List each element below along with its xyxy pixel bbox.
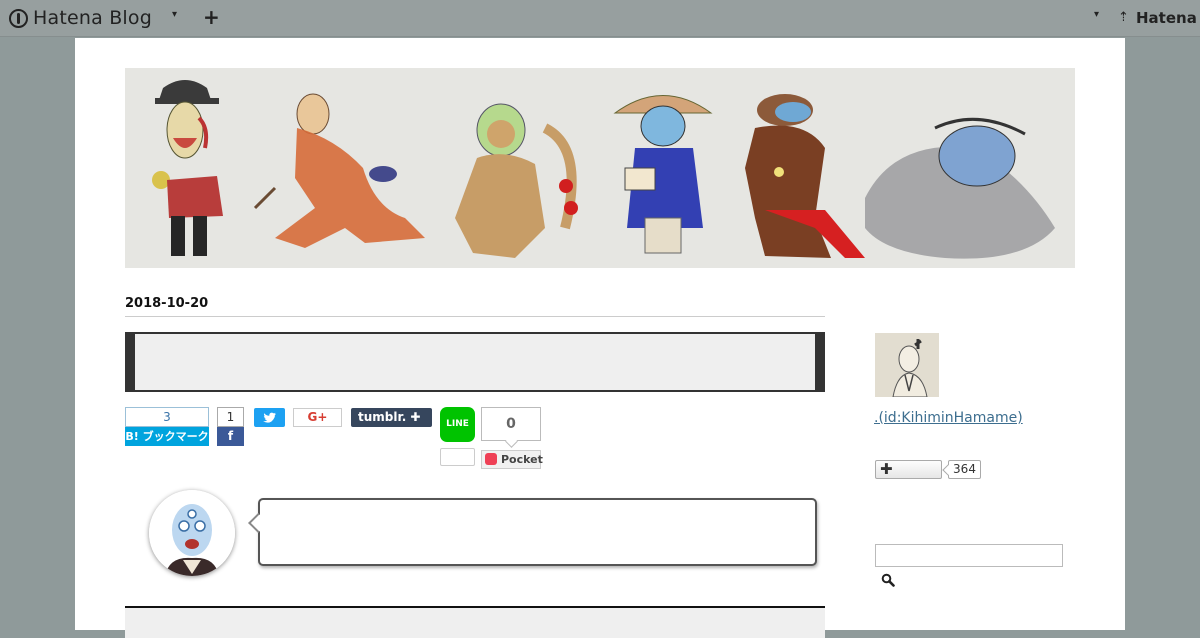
plus-icon: ✚ <box>880 460 893 478</box>
profile-id-link[interactable]: .(id:KihiminHamame) <box>874 410 1023 426</box>
hatena-blog-logo[interactable]: Hatena Blog <box>9 7 152 29</box>
chevron-down-icon[interactable]: ▾ <box>172 9 177 20</box>
follow-button[interactable]: ✚ <box>875 460 942 479</box>
search-input[interactable] <box>875 544 1063 567</box>
twitter-share-button[interactable] <box>254 408 285 427</box>
tumblr-share-button[interactable]: tumblr. ✚ <box>351 408 432 427</box>
speech-balloon <box>258 498 817 566</box>
pocket-count: 0 <box>481 407 541 441</box>
line-share-button[interactable]: LINE <box>440 407 475 442</box>
author-avatar-image <box>149 490 235 576</box>
entry-title <box>125 332 825 392</box>
entry-date[interactable]: 2018-10-20 <box>125 296 208 311</box>
divider <box>125 316 825 317</box>
logo-text: Hatena Blog <box>33 7 152 29</box>
facebook-share-button[interactable]: f <box>217 427 244 446</box>
blog-page: 2018-10-20 3 B! ブックマーク 1 f G+ tumblr. ✚ … <box>75 38 1125 638</box>
facebook-icon: f <box>227 429 234 443</box>
blog-header-image[interactable] <box>125 68 1075 268</box>
profile-portrait-image <box>875 333 939 397</box>
pocket-icon <box>485 453 497 465</box>
facebook-share-count: 1 <box>217 407 244 427</box>
hatena-bookmark-button[interactable]: B! ブックマーク <box>125 427 209 446</box>
follower-count[interactable]: 364 <box>948 460 981 479</box>
hatena-bookmark-count[interactable]: 3 <box>125 407 209 427</box>
hatena-link[interactable]: Hatena <box>1136 9 1197 27</box>
hatena-icon: ⇡ <box>1118 10 1129 25</box>
global-header: Hatena Blog ▾ + ▾ ⇡ Hatena <box>0 0 1200 37</box>
profile-image[interactable] <box>875 333 939 397</box>
search-icon[interactable] <box>881 572 895 591</box>
google-plus-share-button[interactable]: G+ <box>293 408 342 427</box>
entry-content <box>125 608 825 638</box>
pocket-button[interactable]: Pocket <box>481 450 543 469</box>
hatena-blog-logo-icon <box>9 8 28 28</box>
yokai-illustration <box>125 68 1075 268</box>
twitter-bird-icon <box>263 412 276 423</box>
magnifier-glyph <box>881 573 895 587</box>
pocket-label: Pocket <box>501 453 543 466</box>
author-avatar <box>149 490 235 576</box>
user-menu-chevron-icon[interactable]: ▾ <box>1094 9 1099 20</box>
line-share-count <box>440 448 475 466</box>
add-icon[interactable]: + <box>203 5 220 29</box>
